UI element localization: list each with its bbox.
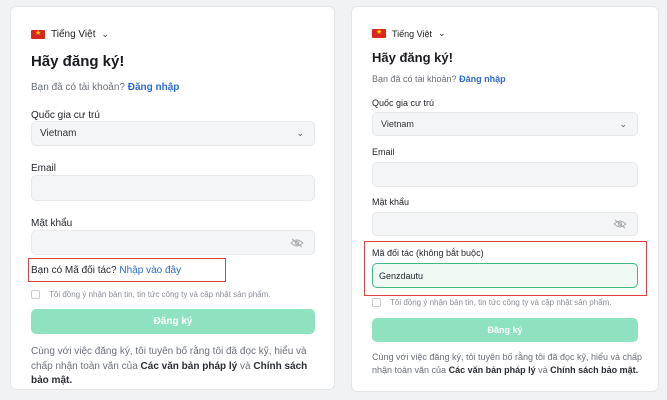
partner-code-input[interactable]: Genzdautu: [372, 263, 638, 288]
login-link[interactable]: Đăng nhập: [128, 82, 180, 93]
page-title: Hãy đăng ký!: [372, 50, 453, 65]
legal-notice: Cùng với việc đăng ký, tôi tuyên bố rằng…: [31, 345, 321, 389]
signup-card-right: Tiếng Việt ⌄ Hãy đăng ký! Bạn đã có tài …: [351, 6, 659, 392]
chevron-down-icon: ⌄: [101, 29, 110, 39]
chevron-down-icon: ⌄: [296, 128, 304, 138]
chevron-down-icon: ⌄: [619, 118, 627, 129]
password-label: Mật khẩu: [372, 197, 410, 207]
consent-row: Tôi đồng ý nhận bản tin, tin tức công ty…: [372, 298, 612, 307]
vietnam-flag-icon: [31, 29, 45, 39]
email-label: Email: [31, 163, 57, 174]
register-button[interactable]: Đăng ký: [31, 309, 315, 334]
consent-text: Tôi đồng ý nhận bản tin, tin tức công ty…: [390, 298, 612, 307]
partner-prompt-text: Bạn có Mã đối tác?: [31, 265, 117, 276]
country-select[interactable]: Vietnam ⌄: [372, 112, 638, 136]
eye-off-icon[interactable]: [613, 219, 627, 229]
page-title: Hãy đăng ký!: [31, 53, 125, 70]
legal-and: và: [538, 365, 548, 376]
consent-checkbox[interactable]: [31, 290, 40, 299]
account-prompt-text: Bạn đã có tài khoản?: [372, 74, 457, 84]
login-link[interactable]: Đăng nhập: [459, 74, 506, 84]
email-field[interactable]: [372, 162, 638, 187]
account-prompt-text: Bạn đã có tài khoản?: [31, 82, 125, 93]
chevron-down-icon: ⌄: [438, 28, 446, 38]
country-value: Vietnam: [381, 119, 414, 129]
consent-checkbox[interactable]: [372, 298, 381, 307]
legal-notice: Cùng với việc đăng ký, tôi tuyên bố rằng…: [372, 351, 644, 377]
legal-documents-link[interactable]: Các văn bản pháp lý: [449, 365, 536, 375]
partner-code-prompt: Bạn có Mã đối tác? Nhập vào đây: [31, 265, 181, 276]
eye-off-icon[interactable]: [290, 237, 304, 248]
legal-documents-link[interactable]: Các văn bản pháp lý: [141, 361, 238, 372]
legal-and: và: [240, 360, 251, 372]
country-label: Quốc gia cư trú: [31, 110, 100, 121]
email-label: Email: [372, 147, 395, 157]
vietnam-flag-icon: [372, 28, 386, 38]
privacy-policy-link[interactable]: Chính sách bảo mật.: [550, 365, 638, 375]
partner-code-link[interactable]: Nhập vào đây: [119, 265, 181, 276]
partner-code-label: Mã đối tác (không bắt buộc): [372, 248, 484, 258]
country-select[interactable]: Vietnam ⌄: [31, 121, 315, 146]
language-label: Tiếng Việt: [392, 28, 433, 39]
country-label: Quốc gia cư trú: [372, 98, 435, 108]
register-button[interactable]: Đăng ký: [372, 318, 638, 342]
password-field[interactable]: [372, 212, 638, 236]
password-field[interactable]: [31, 230, 315, 255]
signup-card-left: Tiếng Việt ⌄ Hãy đăng ký! Bạn đã có tài …: [10, 6, 335, 390]
language-selector[interactable]: Tiếng Việt ⌄: [372, 28, 446, 39]
email-field[interactable]: [31, 175, 315, 201]
language-label: Tiếng Việt: [51, 29, 96, 40]
language-selector[interactable]: Tiếng Việt ⌄: [31, 29, 109, 40]
consent-row: Tôi đồng ý nhận bản tin, tin tức công ty…: [31, 290, 271, 299]
login-prompt: Bạn đã có tài khoản? Đăng nhập: [31, 82, 179, 93]
password-label: Mật khẩu: [31, 218, 73, 229]
consent-text: Tôi đồng ý nhận bản tin, tin tức công ty…: [49, 290, 271, 299]
login-prompt: Bạn đã có tài khoản? Đăng nhập: [372, 74, 506, 84]
country-value: Vietnam: [40, 128, 77, 139]
